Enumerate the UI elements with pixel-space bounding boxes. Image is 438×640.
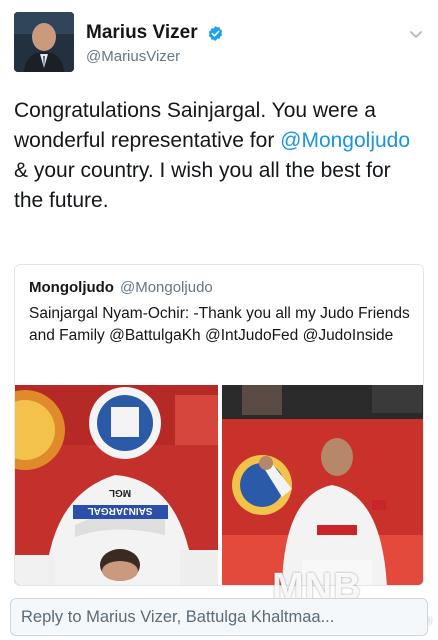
reply-placeholder: Reply to Marius Vizer, Battulga Khaltmaa… [21,608,335,626]
author-block[interactable]: Marius Vizer @MariusVizer [86,22,224,65]
quoted-author-handle: @Mongoljudo [119,279,213,296]
chevron-down-icon[interactable] [408,26,424,42]
quoted-author-name: Mongoljudo [29,279,114,296]
photo-kneeling-judoka[interactable] [222,385,423,585]
author-display-name[interactable]: Marius Vizer [86,22,198,44]
tweet-header: Marius Vizer @MariusVizer [14,12,424,72]
avatar[interactable] [14,12,74,72]
quoted-tweet-header: Mongoljudo @Mongoljudo [29,279,213,296]
quoted-tweet-text: Sainjargal Nyam-Ochir: -Thank you all my… [29,305,410,344]
author-handle[interactable]: @MariusVizer [86,48,224,65]
tweet-text: Congratulations Sainjargal. You were a w… [14,96,424,216]
verified-badge-icon [208,25,223,41]
photo-bowing-judoka[interactable]: SAINJARGAL MGL [15,385,218,585]
tweet-text-part2: & your country. I wish you all the best … [14,159,391,212]
reply-input[interactable]: Reply to Marius Vizer, Battulga Khaltmaa… [10,598,428,636]
mention-link[interactable]: @Mongoljudo [280,129,410,152]
left-photo-country: MGL [109,487,131,498]
quoted-tweet-card[interactable]: Mongoljudo @Mongoljudo Sainjargal Nyam-Oc… [14,264,424,586]
left-photo-back-text: SAINJARGAL [87,505,152,516]
